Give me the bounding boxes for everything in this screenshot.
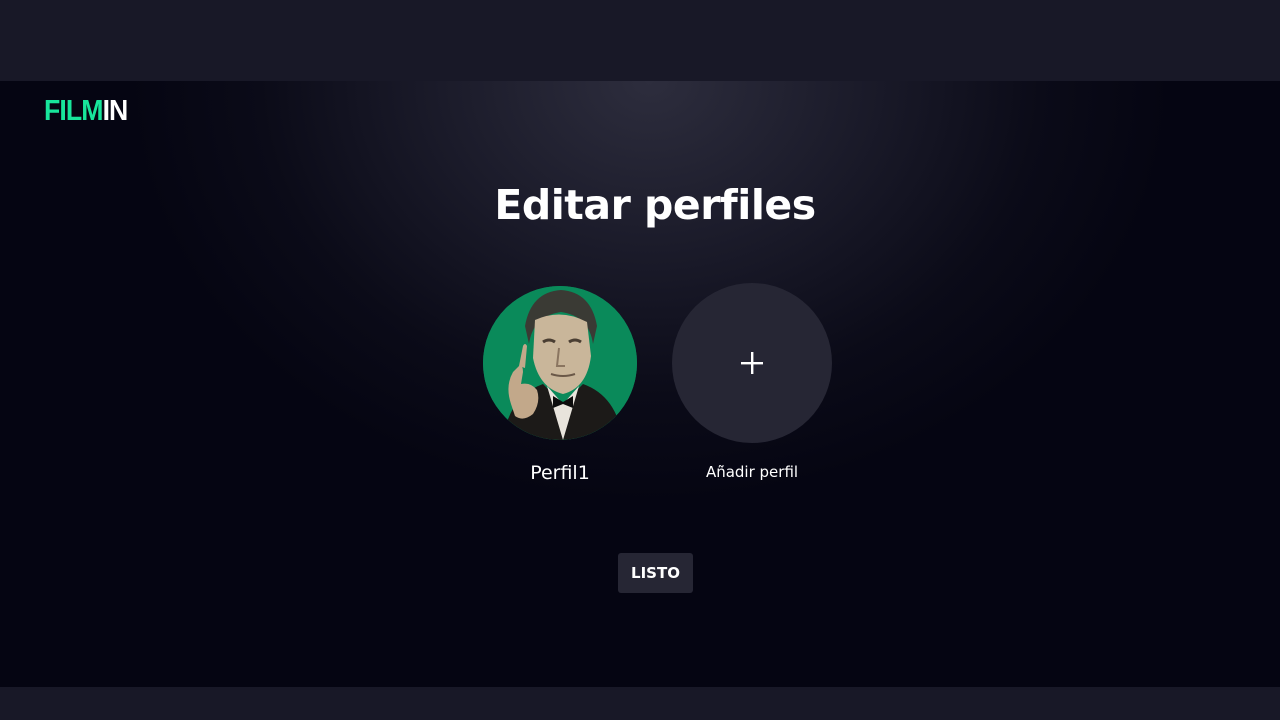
logo-part-in: IN xyxy=(102,95,129,127)
logo-part-film: FILM xyxy=(44,95,103,127)
bottom-bar xyxy=(0,687,1280,720)
add-profile-button[interactable]: Añadir perfil xyxy=(672,283,832,481)
filmin-logo[interactable]: FILMIN xyxy=(44,95,129,127)
top-bar xyxy=(0,0,1280,81)
profile-editor: FILMIN Editar perfiles Perfil1 Añadir pe… xyxy=(0,81,1280,687)
add-profile-circle[interactable] xyxy=(672,283,832,443)
avatar[interactable] xyxy=(483,286,637,440)
page-title: Editar perfiles xyxy=(494,181,816,229)
done-button[interactable]: LISTO xyxy=(618,553,693,593)
pencil-icon[interactable] xyxy=(483,286,507,310)
profile-card-perfil1[interactable]: Perfil1 xyxy=(483,286,637,484)
profile-name: Perfil1 xyxy=(530,462,590,484)
profile-list: Perfil1 Añadir perfil xyxy=(0,283,1280,503)
add-profile-label: Añadir perfil xyxy=(705,463,799,481)
plus-icon xyxy=(741,352,763,374)
